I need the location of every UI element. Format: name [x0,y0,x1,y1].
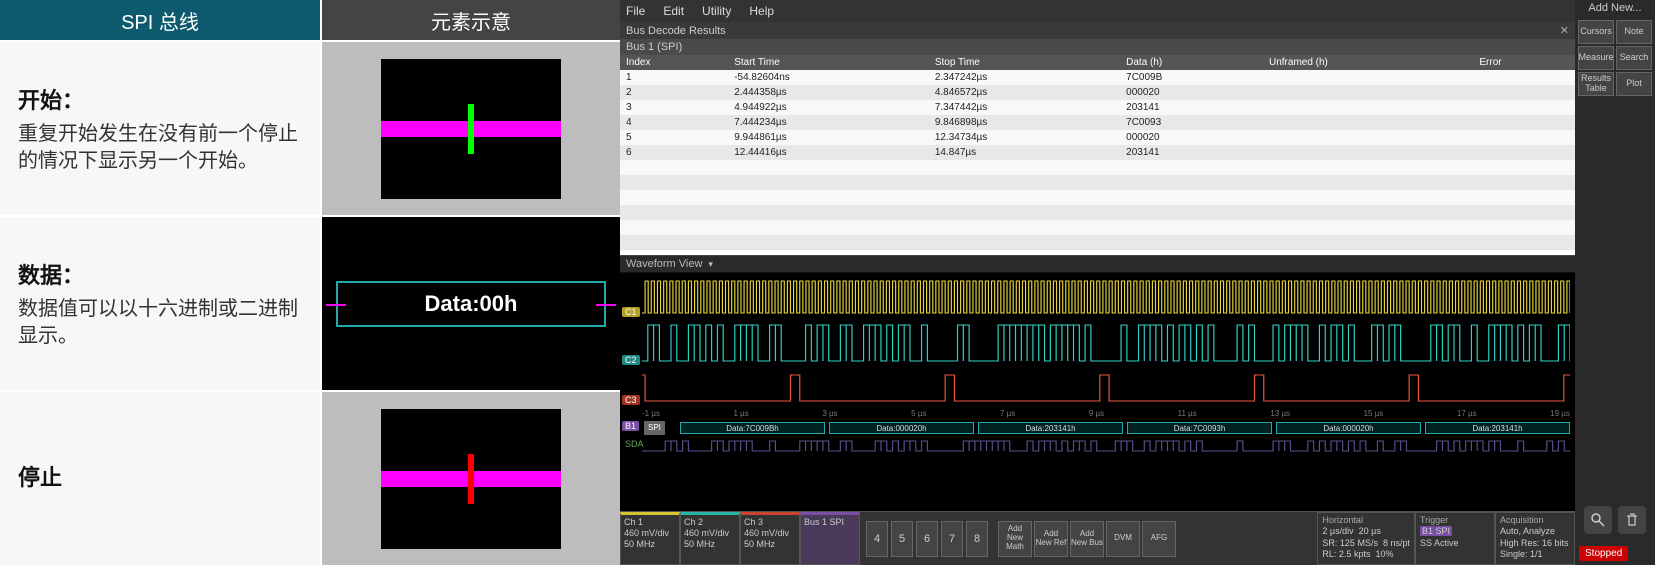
menu-edit[interactable]: Edit [663,4,684,18]
decode-col-header[interactable]: Data (h) [1120,55,1263,70]
add-item-button[interactable]: AFG [1142,521,1176,557]
trash-icon[interactable] [1618,506,1646,534]
bus-packet[interactable]: Data:000020h [1276,422,1421,434]
channel-slot-button[interactable]: 4 [866,521,888,557]
run-state-badge[interactable]: Stopped [1579,546,1628,561]
time-tick: 9 µs [1089,409,1104,421]
bus-packet[interactable]: Data:203141h [1425,422,1570,434]
legend-start-text: 开始： 重复开始发生在没有前一个停止的情况下显示另一个开始。 [0,42,320,215]
waveform-panel-title: Waveform View ▾ [620,255,1575,273]
menu-help[interactable]: Help [749,4,774,18]
chevron-down-icon[interactable]: ▾ [708,259,713,270]
legend-stop-diagram [320,392,620,565]
stop-marker-icon [468,454,474,504]
channel-slot-button[interactable]: 7 [941,521,963,557]
decode-col-header[interactable]: Start Time [728,55,929,70]
ch1-badge[interactable]: C1 [622,307,640,317]
decode-row-empty [620,190,1575,205]
decode-row[interactable]: 59.944861µs12.34734µs000020 [620,130,1575,145]
time-tick: -1 µs [642,409,660,421]
add-item-button[interactable]: Add New Bus [1070,521,1104,557]
decode-row-empty [620,220,1575,235]
time-tick: 13 µs [1270,409,1290,421]
cursors-button[interactable]: Cursors [1578,20,1614,44]
legend-stop-text: 停止 [0,392,320,565]
legend-header-bus: SPI 总线 [0,0,320,40]
plot-button[interactable]: Plot [1616,72,1652,96]
ch2-settings[interactable]: Ch 2 460 mV/div 50 MHz [680,512,740,565]
bus-packet[interactable]: Data:203141h [978,422,1123,434]
measure-button[interactable]: Measure [1578,46,1614,70]
decode-col-header[interactable]: Unframed (h) [1263,55,1473,70]
legend-start-diagram [320,42,620,215]
waveform-view[interactable]: C1 C2 C3 -1 µs 1 µs 3 µs 5 µs [620,273,1575,511]
bus-packet[interactable]: Data:000020h [829,422,974,434]
bottom-bar: Ch 1 460 mV/div 50 MHz Ch 2 460 mV/div 5… [620,511,1575,565]
oscilloscope-app: File Edit Utility Help Bus Decode Result… [620,0,1655,565]
decode-row-empty [620,235,1575,250]
time-tick: 3 µs [822,409,837,421]
decode-row-empty [620,205,1575,220]
time-tick: 1 µs [734,409,749,421]
legend-header-element: 元素示意 [320,0,620,40]
bus1-settings[interactable]: Bus 1 SPI [800,512,860,565]
ch1-settings[interactable]: Ch 1 460 mV/div 50 MHz [620,512,680,565]
decode-results-table[interactable]: IndexStart TimeStop TimeData (h)Unframed… [620,55,1575,255]
decode-row-empty [620,175,1575,190]
channel-slot-button[interactable]: 5 [891,521,913,557]
decode-col-header[interactable]: Index [620,55,728,70]
close-icon[interactable]: ✕ [1560,24,1569,37]
bus-packet[interactable]: Data:7C009Bh [680,422,825,434]
menubar: File Edit Utility Help [620,0,1575,22]
add-item-button[interactable]: DVM [1106,521,1140,557]
decode-row-empty [620,160,1575,175]
decode-row[interactable]: 22.444358µs4.846572µs000020 [620,85,1575,100]
decode-panel-title: Bus Decode Results ✕ [620,22,1575,39]
ch3-settings[interactable]: Ch 3 460 mV/div 50 MHz [740,512,800,565]
bus1-badge[interactable]: B1 [622,421,639,431]
search-button[interactable]: Search [1616,46,1652,70]
decode-col-header[interactable]: Error [1473,55,1575,70]
legend-data-text: 数据： 数据值可以以十六进制或二进制显示。 [0,217,320,390]
legend-data-diagram: Data:00h [320,217,620,390]
trigger-settings[interactable]: Trigger B1 SPI SS Active [1415,512,1495,565]
channel-slot-button[interactable]: 8 [966,521,988,557]
add-new-menu[interactable]: Add New... [1588,2,1641,14]
decode-row[interactable]: 47.444234µs9.846898µs7C0093 [620,115,1575,130]
time-tick: 17 µs [1457,409,1477,421]
decode-bus-selector[interactable]: Bus 1 (SPI) [620,39,1575,55]
time-tick: 5 µs [911,409,926,421]
decode-row[interactable]: 34.944922µs7.347442µs203141 [620,100,1575,115]
time-tick: 19 µs [1550,409,1570,421]
zoom-icon[interactable] [1584,506,1612,534]
note-button[interactable]: Note [1616,20,1652,44]
time-tick: 11 µs [1178,409,1197,421]
time-tick: 15 µs [1364,409,1384,421]
data-packet-icon: Data:00h [336,281,606,327]
decode-row[interactable]: 612.44416µs14.847µs203141 [620,145,1575,160]
results-table-button[interactable]: Results Table [1578,72,1614,96]
start-marker-icon [468,104,474,154]
add-item-button[interactable]: Add New Ref [1034,521,1068,557]
bus-spi-label: SPI [644,421,665,435]
time-tick: 7 µs [1000,409,1015,421]
ch3-badge[interactable]: C3 [622,395,640,405]
channel-slot-button[interactable]: 6 [916,521,938,557]
menu-utility[interactable]: Utility [702,4,731,18]
menu-file[interactable]: File [626,4,645,18]
horizontal-settings[interactable]: Horizontal 2 µs/div 20 µs SR: 125 MS/s 8… [1317,512,1415,565]
decode-col-header[interactable]: Stop Time [929,55,1120,70]
decode-row[interactable]: 1-54.82604ns2.347242µs7C009B [620,70,1575,85]
spi-legend-table: SPI 总线 元素示意 开始： 重复开始发生在没有前一个停止的情况下显示另一个开… [0,0,620,565]
ch2-badge[interactable]: C2 [622,355,640,365]
acquisition-settings[interactable]: Acquisition Auto, Analyze High Res: 16 b… [1495,512,1575,565]
side-toolbar: Add New... Cursors Note Measure Search R… [1575,0,1655,565]
add-item-button[interactable]: Add New Math [998,521,1032,557]
bus-packet[interactable]: Data:7C0093h [1127,422,1272,434]
